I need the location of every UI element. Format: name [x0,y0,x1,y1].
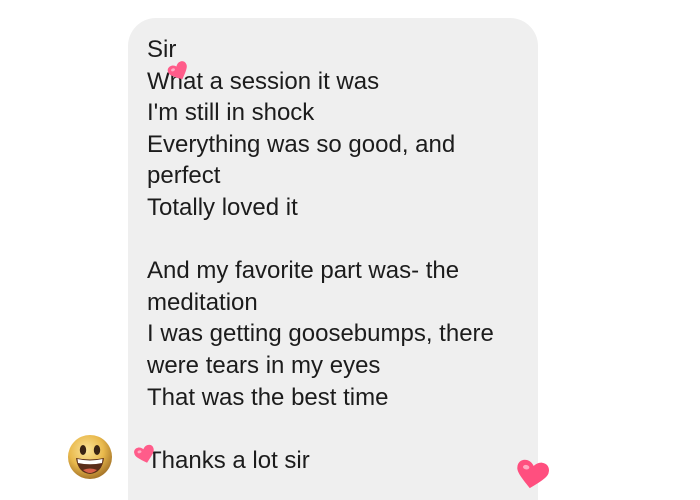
heart-icon [167,61,189,86]
message-line: perfect [147,162,221,190]
heart-icon [134,444,155,469]
message-line: I'm still in shock [147,99,315,127]
message-line: And my favorite part was- the [147,257,460,285]
message-line: What a session it was [147,67,380,95]
chat-screen: Sir What a session it was I'm still in s… [0,0,700,500]
message-line: meditation [147,288,258,316]
heart-icon [516,459,550,495]
message-line: Totally loved it [147,193,298,221]
message-line: Thanks a lot sir [147,446,310,474]
message-line: That was the best time [147,383,389,411]
grinning-face-emoji-icon[interactable] [67,434,113,485]
message-bubble[interactable]: Sir What a session it was I'm still in s… [128,18,538,500]
message-line: were tears in my eyes [147,351,381,379]
message-line: Sir [147,36,177,63]
message-line: Everything was so good, and [147,130,456,158]
message-line: I was getting goosebumps, there [147,320,494,348]
